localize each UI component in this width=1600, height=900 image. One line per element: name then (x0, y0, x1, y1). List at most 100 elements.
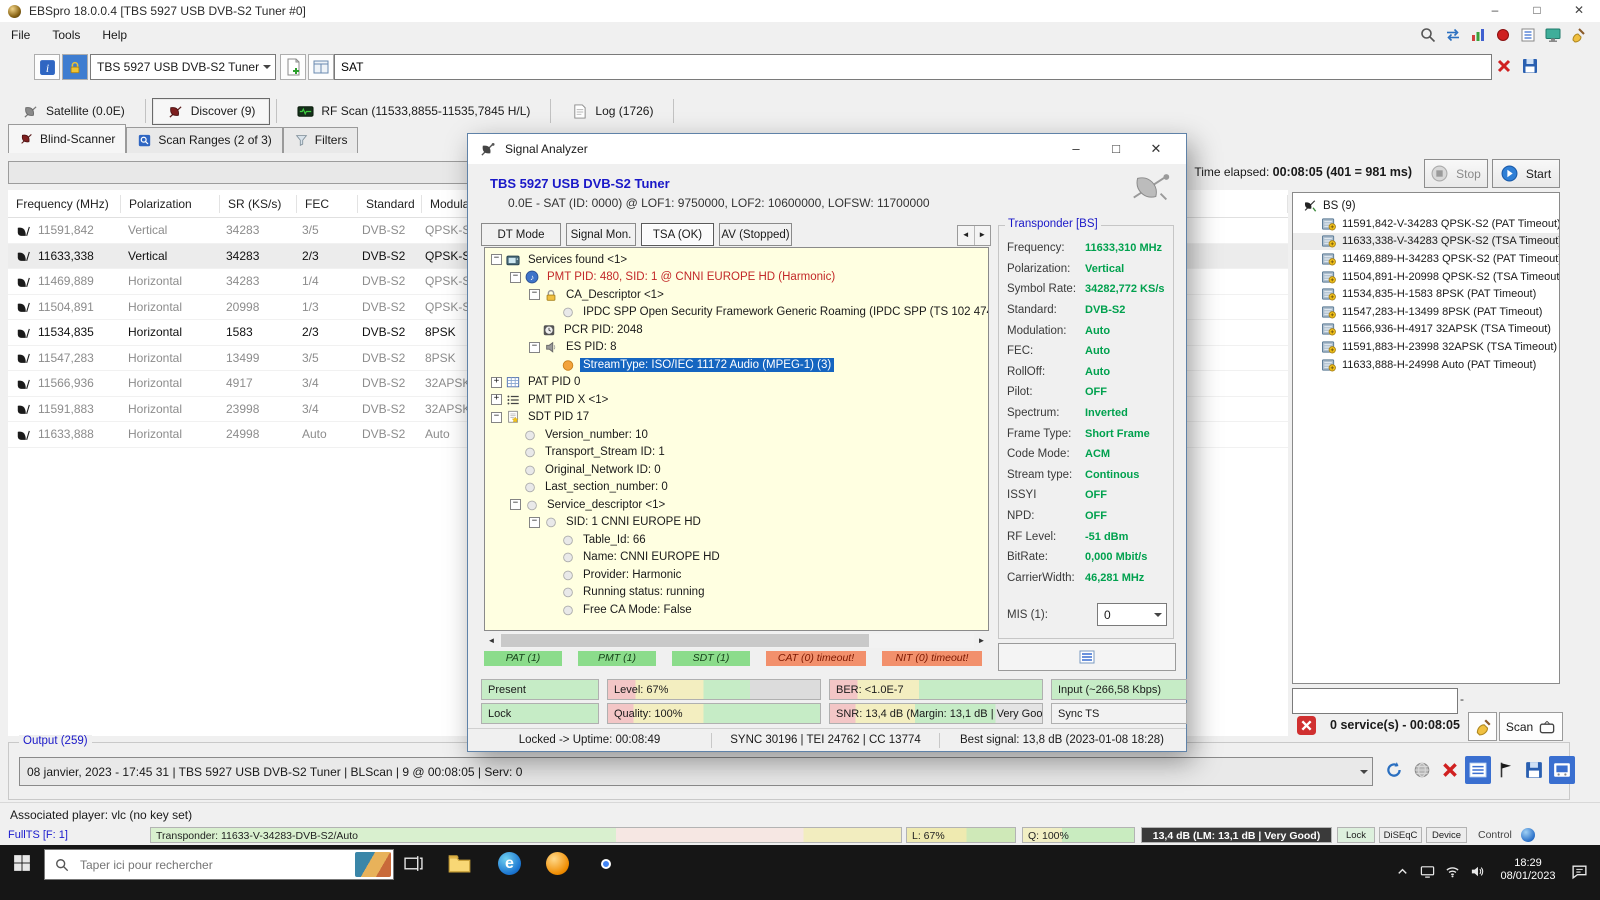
tree-node[interactable]: Name: CNNI EUROPE HD (485, 549, 988, 567)
bs-item[interactable]: 11504,891-H-20998 QPSK-S2 (TSA Timeout) (1293, 268, 1559, 286)
tree-expander-minus[interactable] (491, 412, 502, 423)
menu-help[interactable]: Help (91, 28, 138, 42)
bs-root-node[interactable]: BS (9) (1293, 197, 1559, 215)
minimize-button[interactable]: – (1474, 0, 1516, 22)
tree-node[interactable]: Version_number: 10 (485, 426, 988, 444)
dialog-maximize-button[interactable]: □ (1096, 141, 1136, 157)
stop-button[interactable]: Stop (1424, 159, 1488, 188)
action-center-icon[interactable] (1571, 863, 1588, 880)
tab-blind-scanner[interactable]: Blind-Scanner (8, 124, 126, 153)
menu-file[interactable]: File (0, 28, 41, 42)
listview-icon[interactable] (1520, 27, 1536, 43)
sat-input[interactable] (334, 54, 1492, 80)
globe-button[interactable] (1409, 756, 1435, 784)
tab-discover[interactable]: Discover (9) (152, 98, 271, 125)
search-input[interactable] (78, 857, 355, 873)
player-button[interactable] (1549, 756, 1575, 784)
close-button[interactable]: ✕ (1558, 0, 1600, 22)
delete-button[interactable] (1492, 54, 1516, 78)
tree-node[interactable]: StreamType: ISO/IEC 11172 Audio (MPEG-1)… (485, 356, 988, 374)
tree-node[interactable]: PAT PID 0 (485, 374, 988, 392)
swap-arrows-icon[interactable] (1445, 27, 1461, 43)
tab-scroll-spinner[interactable]: ◄► (957, 225, 991, 246)
tray-volume-icon[interactable] (1470, 864, 1485, 879)
search-highlight-image[interactable] (355, 852, 391, 877)
tab-filters[interactable]: Filters (283, 127, 359, 153)
chart-icon[interactable] (1470, 27, 1486, 43)
tree-node[interactable]: Transport_Stream ID: 1 (485, 444, 988, 462)
mis-select[interactable]: 0 (1097, 603, 1167, 626)
tree-node[interactable]: SID: 1 CNNI EUROPE HD (485, 514, 988, 532)
delete-red-button[interactable] (1437, 756, 1463, 784)
tree-node[interactable]: ♪PMT PID: 480, SID: 1 @ CNNI EUROPE HD (… (485, 269, 988, 287)
record-icon[interactable] (1495, 27, 1511, 43)
tree-node[interactable]: PCR PID: 2048 (485, 321, 988, 339)
details-button[interactable] (998, 643, 1176, 671)
control-orb-icon[interactable] (1521, 828, 1535, 842)
bs-item[interactable]: 11633,888-H-24998 Auto (PAT Timeout) (1293, 356, 1559, 374)
brush-icon[interactable] (1570, 27, 1586, 43)
bs-item[interactable]: 11591,842-V-34283 QPSK-S2 (PAT Timeout) (1293, 215, 1559, 233)
tree-node[interactable]: Free CA Mode: False (485, 601, 988, 619)
columns-button[interactable] (308, 54, 334, 80)
info-button[interactable]: i (34, 54, 60, 80)
tree-node[interactable]: Running status: running (485, 584, 988, 602)
diseqc-button[interactable]: DiSEqC (1379, 827, 1422, 843)
clear-button[interactable] (1468, 712, 1497, 741)
search-icon[interactable] (1420, 27, 1436, 43)
dialog-close-button[interactable]: ✕ (1136, 141, 1176, 157)
tree-expander-minus[interactable] (529, 289, 540, 300)
maximize-button[interactable]: □ (1516, 0, 1558, 22)
dialog-tab-avstopped[interactable]: AV (Stopped) (719, 223, 792, 246)
menu-tools[interactable]: Tools (41, 28, 91, 42)
tree-node[interactable]: IPDC SPP Open Security Framework Generic… (485, 304, 988, 322)
column-header[interactable]: Standard (358, 195, 422, 213)
taskbar-clock[interactable]: 18:29 08/01/2023 (1495, 857, 1561, 883)
scan-button[interactable]: Scan (1499, 712, 1563, 741)
dialog-minimize-button[interactable]: – (1056, 141, 1096, 157)
tree-node[interactable]: Original_Network ID: 0 (485, 461, 988, 479)
tree-expander-plus[interactable] (491, 394, 502, 405)
dialog-tab-tsaok[interactable]: TSA (OK) (641, 223, 714, 246)
tray-wifi-icon[interactable] (1445, 864, 1460, 879)
edge-browser-icon[interactable]: e (498, 852, 521, 875)
bs-filter-input[interactable] (1292, 688, 1458, 714)
device-select[interactable]: TBS 5927 USB DVB-S2 Tuner (90, 54, 276, 80)
bs-item[interactable]: 11547,283-H-13499 8PSK (PAT Timeout) (1293, 303, 1559, 321)
tree-node[interactable]: CA_Descriptor <1> (485, 286, 988, 304)
ebspro-app-icon[interactable] (546, 852, 569, 875)
output-select[interactable]: 08 janvier, 2023 - 17:45 31 | TBS 5927 U… (19, 757, 1373, 786)
tab-rf[interactable]: RF Scan (11533,8855-11535,7845 H/L) (283, 99, 544, 124)
tree-node[interactable]: Services found <1> (485, 251, 988, 269)
monitor-icon[interactable] (1545, 27, 1561, 43)
bs-item[interactable]: 11469,889-H-34283 QPSK-S2 (PAT Timeout) (1293, 250, 1559, 268)
fullts-label[interactable]: FullTS [F: 1] (8, 829, 68, 841)
start-button[interactable]: Start (1492, 159, 1560, 188)
bs-item[interactable]: 11534,835-H-1583 8PSK (PAT Timeout) (1293, 285, 1559, 303)
tree-node[interactable]: ES PID: 8 (485, 339, 988, 357)
refresh-button[interactable] (1381, 756, 1407, 784)
tree-expander-minus[interactable] (510, 499, 521, 510)
save-button[interactable] (1518, 54, 1542, 78)
tree-node[interactable]: Service_descriptor <1> (485, 496, 988, 514)
tree-expander-plus[interactable] (491, 377, 502, 388)
tab-log[interactable]: Log (1726) (557, 99, 667, 124)
device-button[interactable]: Device (1426, 827, 1467, 843)
clear-services-icon[interactable] (1297, 716, 1316, 735)
taskbar-search[interactable] (44, 849, 394, 880)
tree-node[interactable]: Table_Id: 66 (485, 531, 988, 549)
scroll-left-icon[interactable]: ◄ (484, 633, 499, 648)
save-button[interactable] (1521, 756, 1547, 784)
bs-item[interactable]: 11633,338-V-34283 QPSK-S2 (TSA Timeout) (1293, 233, 1559, 251)
scrollbar-thumb[interactable] (501, 634, 869, 647)
flag-button[interactable] (1493, 756, 1519, 784)
lock-button[interactable] (62, 54, 88, 80)
column-header[interactable]: FEC (297, 195, 358, 213)
task-view-icon[interactable] (404, 855, 423, 872)
tree-hscrollbar[interactable]: ◄ ► (484, 633, 989, 648)
dialog-tab-dtmode[interactable]: DT Mode (481, 223, 561, 246)
tree-node[interactable]: SDT PID 17 (485, 409, 988, 427)
new-note-button[interactable] (280, 54, 306, 80)
file-explorer-icon[interactable] (448, 852, 471, 875)
tree-expander-minus[interactable] (529, 342, 540, 353)
